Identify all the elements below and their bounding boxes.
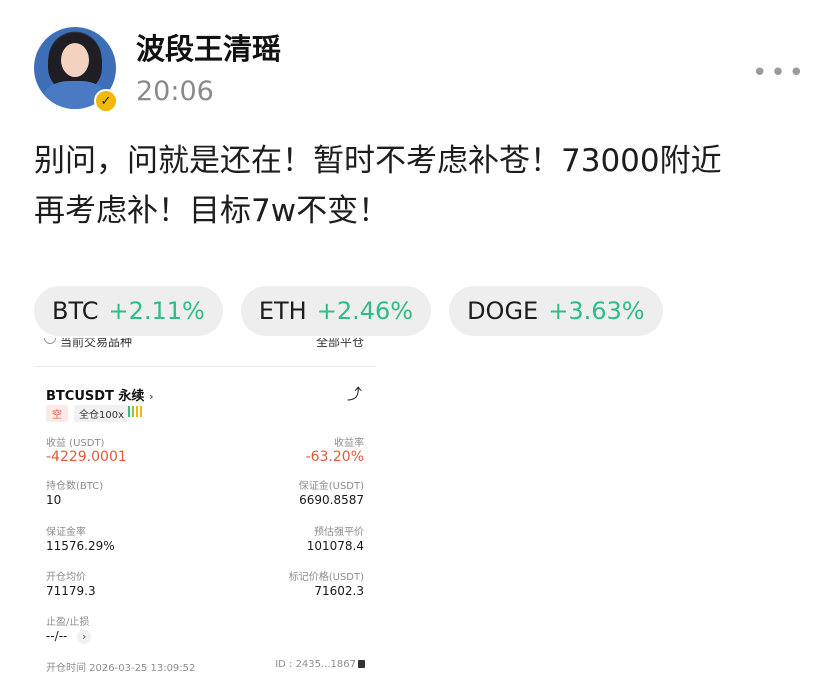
roe-label: 收益率 [334, 438, 364, 449]
cut-top-row: 当前交易品种 全部平仓 [34, 338, 376, 352]
post-line-1: 别问，问就是还在！暂时不考虑补苍！73000附近 [34, 143, 722, 179]
leverage-badge: 全仓100x [74, 405, 130, 422]
pnl-value: -4229.0001 [46, 449, 127, 465]
entry-price-value: 71179.3 [46, 584, 96, 598]
verified-badge-icon: ✓ [94, 89, 118, 113]
close-all-button: 全部平仓 [315, 338, 364, 349]
roe-value: -63.20% [305, 449, 364, 465]
risk-bars-icon [128, 406, 142, 417]
more-dots-icon[interactable]: ••• [752, 58, 807, 88]
size-label: 持仓数(BTC) [46, 481, 104, 492]
margin-ratio-value: 11576.29% [46, 539, 115, 553]
position-id: ID : 2435...1867 [275, 659, 356, 670]
ticker-change: +2.46% [316, 297, 414, 325]
avatar-face [61, 43, 89, 77]
mark-price-value: 71602.3 [314, 584, 364, 598]
radio-circle-icon [44, 338, 56, 344]
ticker-chip-eth[interactable]: ETH +2.46% [240, 286, 432, 336]
share-icon: ⤴ [347, 385, 363, 403]
ticker-symbol: BTC [52, 297, 99, 325]
ticker-chip-btc[interactable]: BTC +2.11% [34, 286, 223, 336]
post-time: 20:06 [136, 76, 214, 107]
divider [34, 366, 376, 367]
side-badge: 空 [46, 405, 68, 422]
ticker-symbol: ETH [258, 297, 307, 325]
chevron-right-icon: › [77, 630, 92, 644]
post-text: 别问，问就是还在！暂时不考虑补苍！73000附近 再考虑补！目标7w不变！ [34, 136, 794, 236]
margin-label: 保证金(USDT) [298, 481, 364, 492]
pair-label: BTCUSDT 永续 [46, 389, 145, 404]
copy-icon[interactable] [358, 660, 365, 668]
liq-price-label: 预估强平价 [314, 527, 364, 538]
tpsl-label: 止盈/止损 [46, 617, 90, 628]
ticker-symbol: DOGE [467, 297, 539, 325]
current-pair-filter: 当前交易品种 [60, 338, 133, 349]
open-time: 开仓时间 2026-03-25 13:09:52 [46, 663, 196, 674]
ticker-change: +3.63% [548, 297, 645, 325]
post-line-2: 再考虑补！目标7w不变！ [34, 193, 390, 229]
author-name[interactable]: 波段王清瑶 [136, 26, 281, 68]
ticker-change: +2.11% [108, 297, 205, 325]
tpsl-text: --/-- [46, 629, 68, 643]
tpsl-value[interactable]: --/-- › [46, 629, 92, 644]
position-screenshot[interactable]: 当前交易品种 全部平仓 BTCUSDT 永续 › ⤴ 空 全仓100x 收益 (… [34, 338, 376, 680]
ticker-chips: BTC +2.11% ETH +2.46% DOGE +3.63% [34, 286, 663, 336]
margin-ratio-label: 保证金率 [46, 527, 86, 538]
margin-value: 6690.8587 [299, 493, 364, 507]
liq-price-value: 101078.4 [306, 539, 364, 553]
ticker-chip-doge[interactable]: DOGE +3.63% [449, 286, 663, 336]
pnl-label: 收益 (USDT) [46, 438, 105, 449]
mark-price-label: 标记价格(USDT) [288, 572, 364, 583]
entry-price-label: 开仓均价 [46, 572, 86, 583]
chevron-right-icon: › [148, 390, 154, 403]
pair-title: BTCUSDT 永续 › [46, 385, 154, 404]
size-value: 10 [46, 493, 62, 507]
